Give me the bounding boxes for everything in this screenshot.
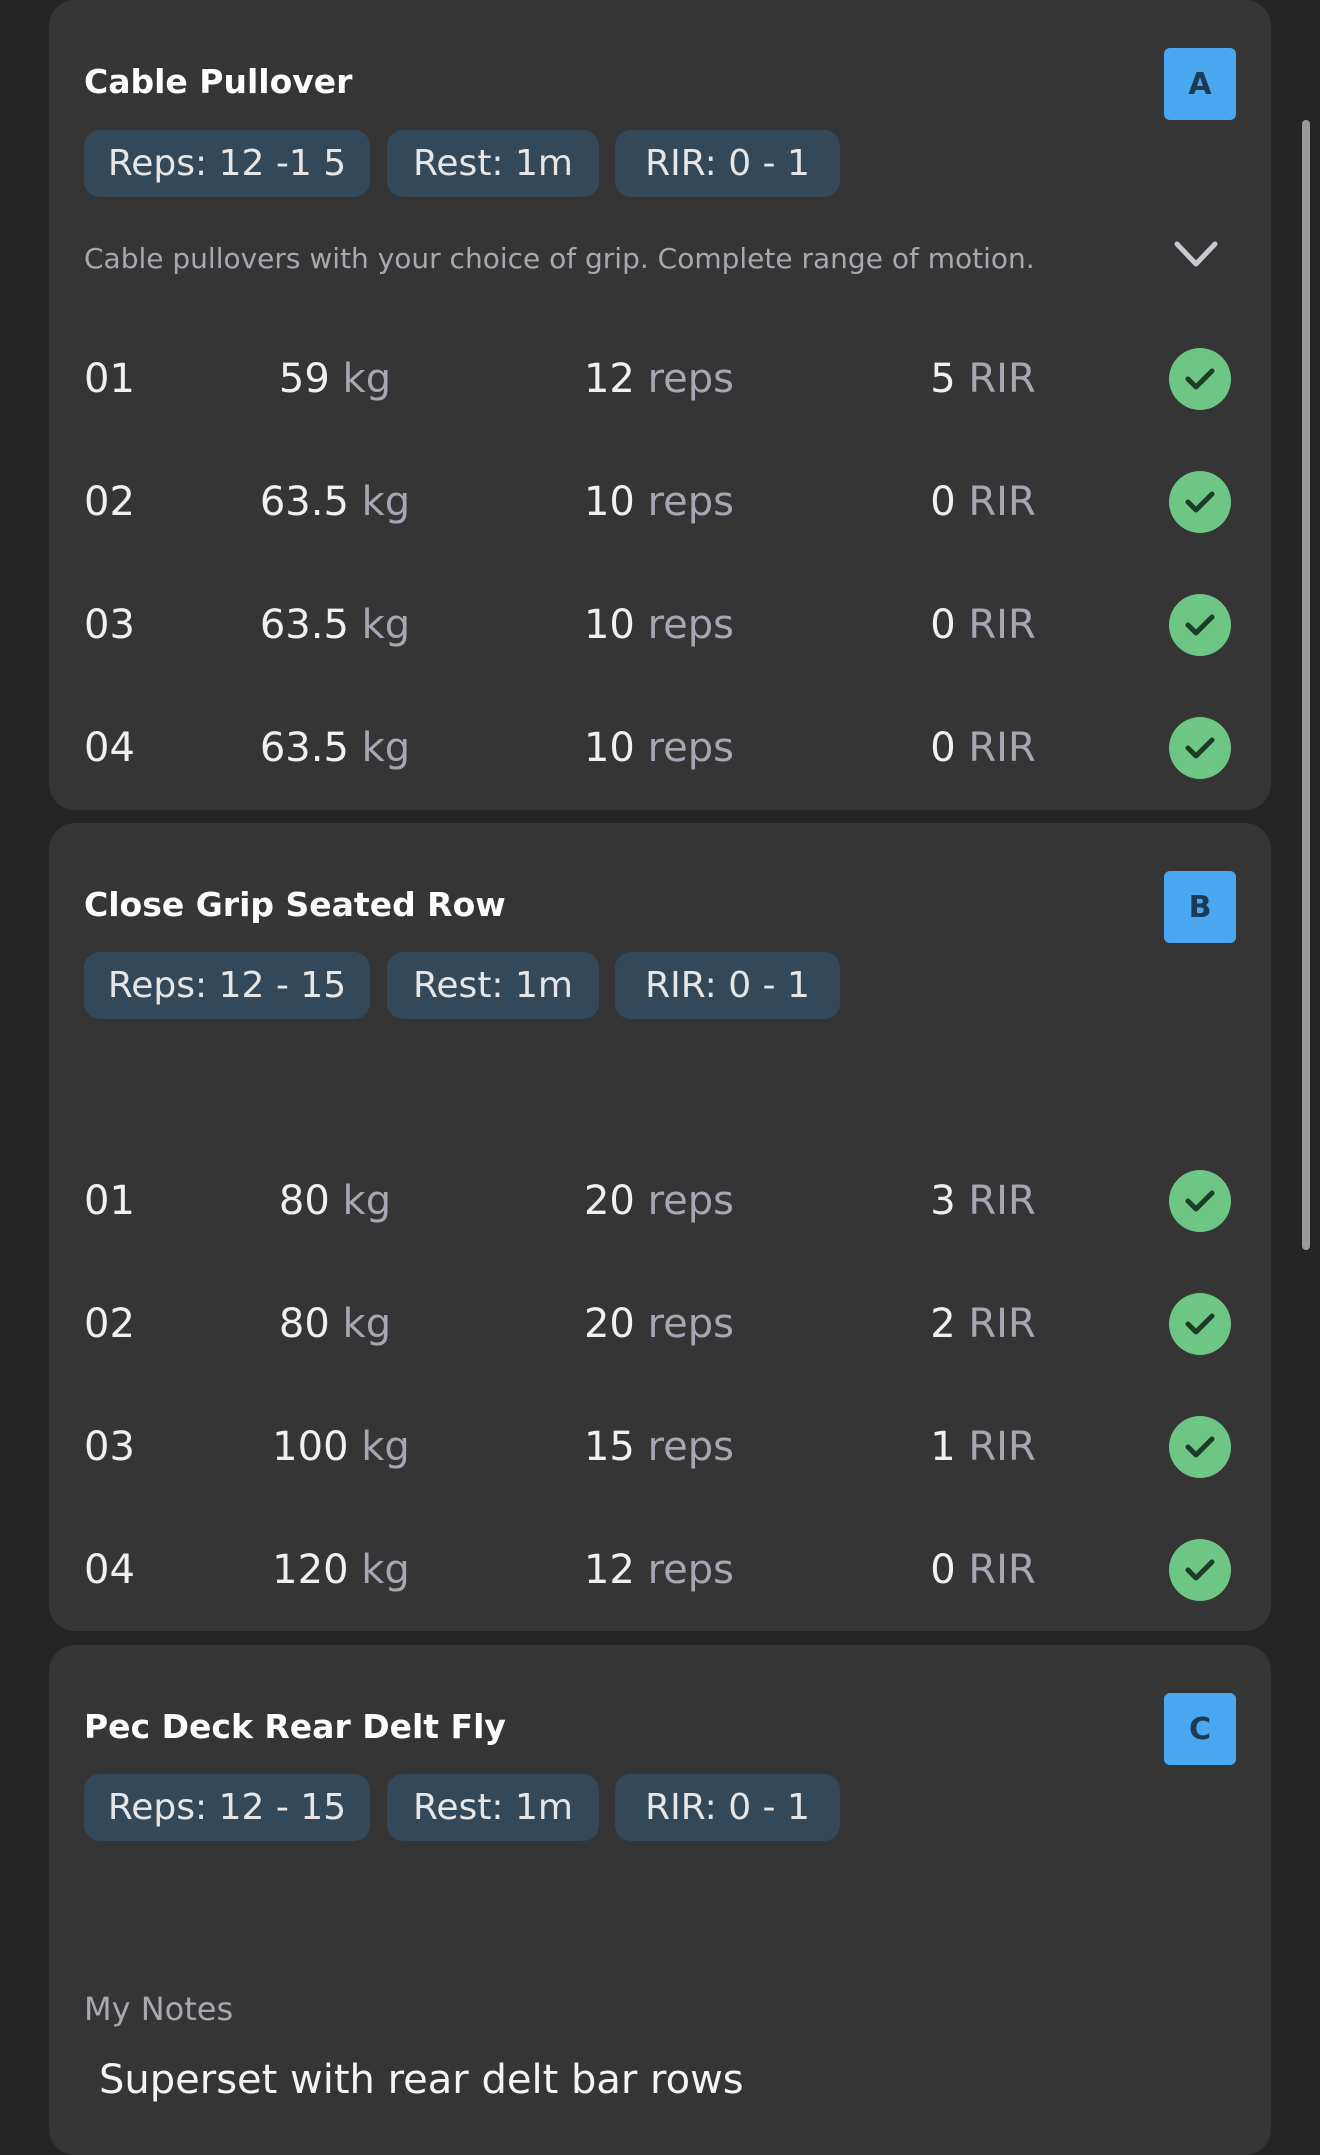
set-number: 04 (84, 725, 135, 771)
reps-range-chip: Reps: 12 -1 5 (84, 130, 370, 197)
superset-badge[interactable]: B (1164, 871, 1236, 943)
rir-value[interactable]: 1 RIR (930, 1424, 1036, 1470)
check-circle-icon[interactable] (1169, 1170, 1231, 1232)
reps-value[interactable]: 20 reps (584, 1301, 734, 1347)
set-row: 03 100 kg 15 reps 1 RIR (49, 1397, 1271, 1497)
check-circle-icon[interactable] (1169, 1293, 1231, 1355)
check-circle-icon[interactable] (1169, 471, 1231, 533)
set-row: 01 59 kg 12 reps 5 RIR (49, 329, 1271, 429)
superset-badge[interactable]: C (1164, 1693, 1236, 1765)
set-number: 01 (84, 356, 135, 402)
weight-value[interactable]: 80 kg (279, 1301, 391, 1347)
reps-value[interactable]: 10 reps (584, 479, 734, 525)
check-circle-icon[interactable] (1169, 1539, 1231, 1601)
rir-value[interactable]: 2 RIR (930, 1301, 1036, 1347)
set-number: 03 (84, 1424, 135, 1470)
check-circle-icon[interactable] (1169, 348, 1231, 410)
check-circle-icon[interactable] (1169, 594, 1231, 656)
superset-badge[interactable]: A (1164, 48, 1236, 120)
notes-text[interactable]: Superset with rear delt bar rows (99, 2057, 744, 2103)
reps-value[interactable]: 12 reps (584, 356, 734, 402)
set-number: 02 (84, 479, 135, 525)
exercise-description: Cable pullovers with your choice of grip… (84, 242, 1035, 275)
reps-value[interactable]: 10 reps (584, 602, 734, 648)
set-number: 02 (84, 1301, 135, 1347)
set-row: 04 63.5 kg 10 reps 0 RIR (49, 698, 1271, 798)
reps-value[interactable]: 15 reps (584, 1424, 734, 1470)
exercise-title: Pec Deck Rear Delt Fly (84, 1707, 506, 1746)
rest-chip: Rest: 1m (387, 952, 599, 1019)
rir-value[interactable]: 0 RIR (930, 602, 1036, 648)
check-circle-icon[interactable] (1169, 1416, 1231, 1478)
rir-value[interactable]: 0 RIR (930, 725, 1036, 771)
weight-value[interactable]: 63.5 kg (260, 725, 410, 771)
rir-value[interactable]: 0 RIR (930, 1547, 1036, 1593)
set-row: 04 120 kg 12 reps 0 RIR (49, 1520, 1271, 1620)
exercise-title: Close Grip Seated Row (84, 885, 506, 924)
exercise-title: Cable Pullover (84, 62, 353, 101)
rir-value[interactable]: 5 RIR (930, 356, 1036, 402)
exercise-card-close-grip-seated-row: Close Grip Seated Row B Reps: 12 - 15 Re… (49, 823, 1271, 1631)
weight-value[interactable]: 63.5 kg (260, 602, 410, 648)
reps-value[interactable]: 20 reps (584, 1178, 734, 1224)
weight-value[interactable]: 100 kg (272, 1424, 410, 1470)
notes-label: My Notes (84, 1990, 234, 2028)
set-row: 01 80 kg 20 reps 3 RIR (49, 1151, 1271, 1251)
weight-value[interactable]: 120 kg (272, 1547, 410, 1593)
rest-chip: Rest: 1m (387, 130, 599, 197)
exercise-card-cable-pullover: Cable Pullover A Reps: 12 -1 5 Rest: 1m … (49, 0, 1271, 810)
rir-range-chip: RIR: 0 - 1 (615, 952, 840, 1019)
set-row: 03 63.5 kg 10 reps 0 RIR (49, 575, 1271, 675)
set-row: 02 80 kg 20 reps 2 RIR (49, 1274, 1271, 1374)
weight-value[interactable]: 63.5 kg (260, 479, 410, 525)
exercise-card-pec-deck-rear-delt-fly: Pec Deck Rear Delt Fly C Reps: 12 - 15 R… (49, 1645, 1271, 2155)
weight-value[interactable]: 80 kg (279, 1178, 391, 1224)
rir-value[interactable]: 0 RIR (930, 479, 1036, 525)
scrollbar[interactable] (1302, 120, 1310, 1250)
set-number: 03 (84, 602, 135, 648)
check-circle-icon[interactable] (1169, 717, 1231, 779)
rir-value[interactable]: 3 RIR (930, 1178, 1036, 1224)
rest-chip: Rest: 1m (387, 1774, 599, 1841)
reps-value[interactable]: 10 reps (584, 725, 734, 771)
reps-range-chip: Reps: 12 - 15 (84, 1774, 370, 1841)
chevron-down-icon[interactable] (1171, 236, 1221, 272)
reps-value[interactable]: 12 reps (584, 1547, 734, 1593)
rir-range-chip: RIR: 0 - 1 (615, 130, 840, 197)
set-row: 02 63.5 kg 10 reps 0 RIR (49, 452, 1271, 552)
set-number: 01 (84, 1178, 135, 1224)
set-number: 04 (84, 1547, 135, 1593)
rir-range-chip: RIR: 0 - 1 (615, 1774, 840, 1841)
weight-value[interactable]: 59 kg (279, 356, 391, 402)
reps-range-chip: Reps: 12 - 15 (84, 952, 370, 1019)
